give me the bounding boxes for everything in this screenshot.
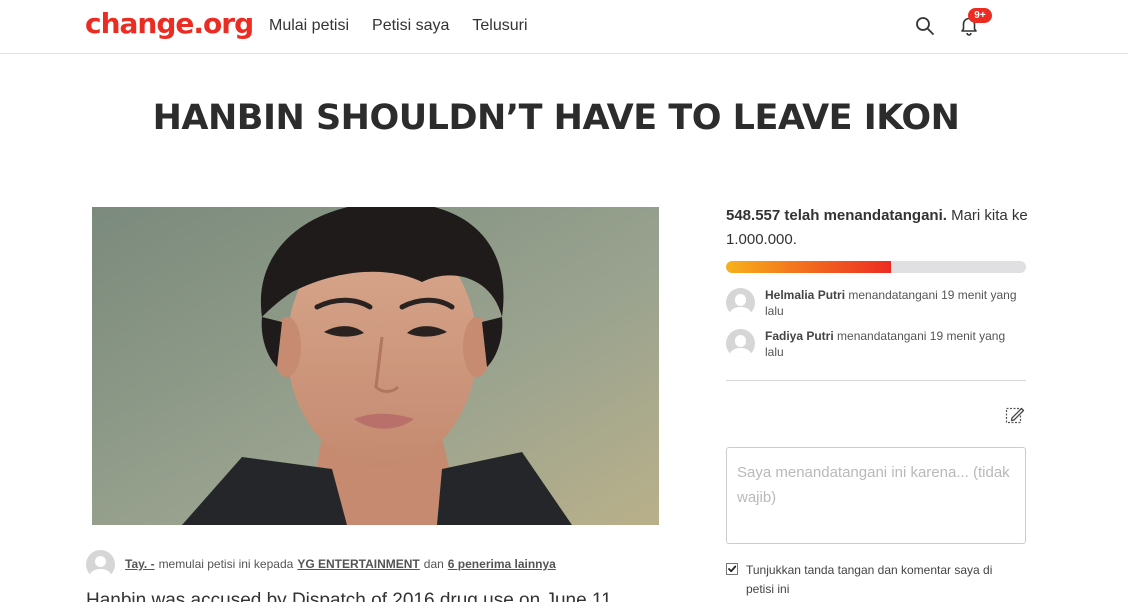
signature-progress-bar [726, 261, 1026, 273]
petition-title: HANBIN SHOULDN’T HAVE TO LEAVE IKON [152, 98, 960, 138]
show-signature-label: Tunjukkan tanda tangan dan komentar saya… [746, 563, 993, 596]
notification-badge[interactable]: 9+ [968, 8, 992, 23]
show-signature-option: Tunjukkan tanda tangan dan komentar saya… [726, 561, 1026, 599]
and-text: dan [423, 557, 444, 571]
starter-text: memulai petisi ini kepada [158, 557, 294, 571]
target-link[interactable]: YG ENTERTAINMENT [297, 557, 419, 571]
petition-starter-line: Tay. - memulai petisi ini kepada YG ENTE… [86, 549, 556, 579]
nav-start-petition[interactable]: Mulai petisi [269, 16, 349, 36]
petition-photo [92, 207, 659, 525]
avatar-placeholder-icon [726, 288, 755, 317]
edit-icon[interactable] [1005, 405, 1025, 425]
nav-browse[interactable]: Telusuri [472, 16, 527, 36]
recent-signer-name: Fadiya Putri [765, 329, 834, 343]
starter-name-link[interactable]: Tay. - [125, 557, 155, 571]
section-divider [726, 380, 1026, 381]
main-nav: Mulai petisi Petisi saya Telusuri [269, 16, 551, 36]
nav-my-petitions[interactable]: Petisi saya [372, 16, 449, 36]
recent-signer-name: Helmalia Putri [765, 288, 846, 302]
show-signature-checkbox[interactable] [726, 563, 738, 575]
other-recipients-link[interactable]: 6 penerima lainnya [448, 557, 556, 571]
recent-signer: Fadiya Putri menandatangani 19 menit yan… [726, 328, 1026, 360]
petition-story-text: Hanbin was accused by Dispatch of 2016 d… [86, 590, 612, 602]
avatar-placeholder-icon [726, 329, 755, 358]
signature-progress-fill [726, 261, 891, 273]
top-navigation-bar: change.org Mulai petisi Petisi saya Telu… [0, 0, 1128, 54]
avatar-placeholder-icon [86, 549, 115, 579]
signature-count-bold: 548.557 telah menandatangani. [726, 207, 947, 224]
recent-signer-text: Fadiya Putri menandatangani 19 menit yan… [765, 328, 1026, 360]
comment-textarea[interactable] [726, 447, 1026, 544]
recent-signer-text: Helmalia Putri menandatangani 19 menit y… [765, 287, 1026, 319]
signature-count: 548.557 telah menandatangani. Mari kita … [726, 204, 1031, 252]
change-org-logo[interactable]: change.org [85, 7, 254, 40]
recent-signer: Helmalia Putri menandatangani 19 menit y… [726, 287, 1026, 319]
search-icon[interactable] [915, 16, 935, 36]
